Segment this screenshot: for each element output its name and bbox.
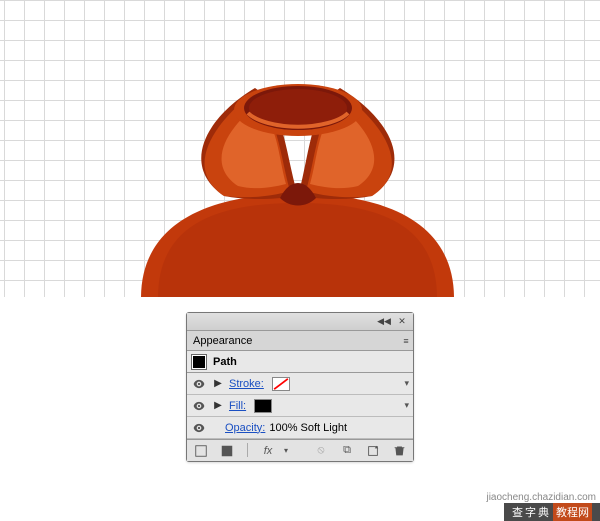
new-art-stroke-icon[interactable] — [219, 443, 235, 459]
watermark-cn: 查字典 — [512, 504, 551, 520]
fill-swatch-black[interactable] — [254, 399, 272, 413]
eye-icon — [192, 421, 206, 435]
eye-icon — [192, 399, 206, 413]
stroke-dropdown-icon[interactable]: ▾ — [404, 378, 409, 389]
expand-fill-icon[interactable]: ▶ — [213, 400, 223, 411]
duplicate-item-icon[interactable]: ⧉ — [339, 443, 355, 459]
new-art-basic-icon[interactable] — [193, 443, 209, 459]
opacity-value: 100% Soft Light — [269, 422, 347, 434]
opacity-row[interactable]: Opacity: 100% Soft Light — [187, 417, 413, 439]
clear-appearance-icon: ⦸ — [313, 443, 329, 459]
new-item-icon[interactable] — [365, 443, 381, 459]
fill-link[interactable]: Fill: — [229, 400, 246, 412]
expand-stroke-icon[interactable]: ▶ — [213, 378, 223, 389]
fill-row[interactable]: ▶ Fill: ▾ — [187, 395, 413, 417]
footer-separator — [247, 443, 248, 457]
stroke-link[interactable]: Stroke: — [229, 378, 264, 390]
none-slash-icon — [273, 378, 289, 390]
stroke-row[interactable]: ▶ Stroke: ▾ — [187, 373, 413, 395]
eye-icon — [192, 377, 206, 391]
watermark-bar: 查字典 教程网 — [504, 503, 600, 521]
visibility-toggle-opacity[interactable] — [191, 420, 207, 436]
visibility-toggle-stroke[interactable] — [191, 376, 207, 392]
artboard-grid — [0, 0, 600, 297]
close-icon[interactable]: ✕ — [395, 316, 409, 328]
panel-title: Appearance — [193, 335, 252, 347]
trash-icon[interactable] — [391, 443, 407, 459]
fx-menu-icon[interactable]: fx — [260, 443, 276, 459]
collapse-icon[interactable]: ◀◀ — [377, 316, 391, 328]
appearance-panel: ◀◀ ✕ Appearance ≡ Path ▶ Stroke: ▾ ▶ Fil… — [186, 312, 414, 462]
opacity-link[interactable]: Opacity: — [225, 422, 265, 434]
path-header-row: Path — [187, 351, 413, 373]
stroke-swatch-none[interactable] — [272, 377, 290, 391]
panel-tabbar: ◀◀ ✕ — [187, 313, 413, 331]
panel-menu-icon[interactable]: ≡ — [399, 335, 413, 347]
selection-preview-swatch — [191, 354, 207, 370]
path-label: Path — [213, 356, 237, 368]
fill-dropdown-icon[interactable]: ▾ — [404, 400, 409, 411]
watermark-sub: 教程网 — [553, 503, 592, 521]
vector-bag-illustration — [120, 78, 475, 297]
watermark-main: 查字典 教程网 — [504, 503, 600, 521]
fx-dropdown-icon[interactable]: ▾ — [278, 443, 294, 459]
watermark-url: jiaocheng.chazidian.com — [486, 492, 596, 503]
panel-footer: fx ▾ ⦸ ⧉ — [187, 439, 413, 461]
visibility-toggle-fill[interactable] — [191, 398, 207, 414]
panel-title-row: Appearance ≡ — [187, 331, 413, 351]
